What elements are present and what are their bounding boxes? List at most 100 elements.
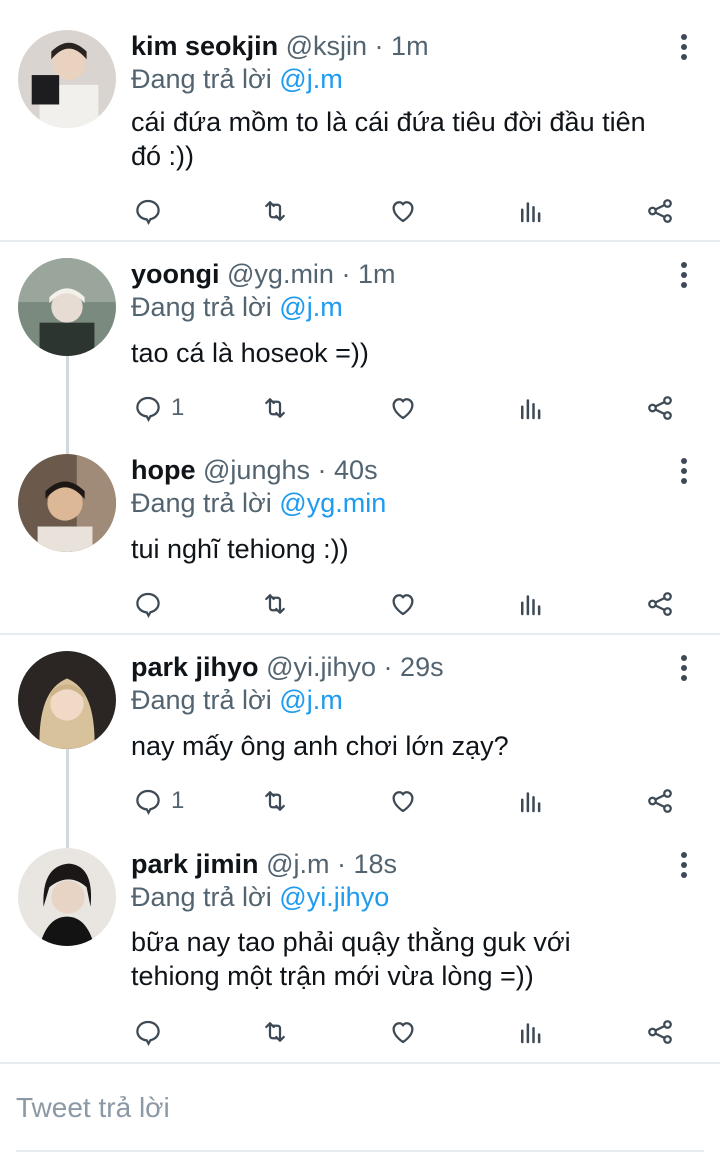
reply-placeholder: Tweet trả lời <box>16 1092 170 1123</box>
share-button[interactable] <box>645 191 675 231</box>
timestamp[interactable]: 1m <box>358 259 396 289</box>
reply-button[interactable] <box>133 191 171 231</box>
mention-link[interactable]: @yg.min <box>279 488 386 518</box>
views-button[interactable] <box>516 584 546 624</box>
tweet-text: tao cá là hoseok =)) <box>131 336 691 370</box>
reply-count: 1 <box>171 394 185 421</box>
reply-button[interactable]: 1 <box>133 781 184 821</box>
retweet-button[interactable] <box>260 388 290 428</box>
views-button[interactable] <box>516 388 546 428</box>
mention-link[interactable]: @j.m <box>279 685 342 715</box>
more-icon[interactable] <box>678 655 690 681</box>
avatar[interactable] <box>18 30 116 128</box>
retweet-button[interactable] <box>260 584 290 624</box>
more-icon[interactable] <box>678 34 690 60</box>
like-button[interactable] <box>388 191 418 231</box>
mention-link[interactable]: @j.m <box>279 64 342 94</box>
tweet-text: cái đứa mồm to là cái đứa tiêu đời đầu t… <box>131 105 691 173</box>
views-icon <box>521 595 541 616</box>
divider <box>0 240 720 242</box>
reply-button[interactable] <box>133 1012 171 1052</box>
display-name[interactable]: park jimin <box>131 849 259 879</box>
display-name[interactable]: hope <box>131 455 196 485</box>
replying-prefix: Đang trả lời <box>131 292 272 322</box>
display-name[interactable]: kim seokjin <box>131 31 278 61</box>
display-name[interactable]: yoongi <box>131 259 220 289</box>
tweet[interactable]: hope @junghs · 40s Đang trả lời @yg.min … <box>0 454 720 634</box>
mention-link[interactable]: @yi.jihyo <box>279 882 389 912</box>
tweet[interactable]: park jimin @j.m · 18s Đang trả lời @yi.j… <box>0 848 720 1058</box>
action-bar <box>0 1012 720 1052</box>
like-icon <box>392 1022 414 1044</box>
user-handle[interactable]: @yg.min <box>227 259 334 289</box>
share-button[interactable] <box>645 388 675 428</box>
user-handle[interactable]: @junghs <box>203 455 310 485</box>
retweet-button[interactable] <box>260 1012 290 1052</box>
views-icon <box>521 399 541 420</box>
divider <box>0 633 720 635</box>
user-handle[interactable]: @yi.jihyo <box>266 652 376 682</box>
timestamp[interactable]: 18s <box>354 849 398 879</box>
views-button[interactable] <box>516 191 546 231</box>
tweet-header: kim seokjin @ksjin · 1m <box>131 30 429 62</box>
tweet-header: hope @junghs · 40s <box>131 454 378 486</box>
views-button[interactable] <box>516 781 546 821</box>
retweet-icon <box>265 594 285 614</box>
more-icon[interactable] <box>678 458 690 484</box>
timestamp[interactable]: 40s <box>334 455 378 485</box>
like-button[interactable] <box>388 388 418 428</box>
views-icon <box>521 1023 541 1044</box>
user-handle[interactable]: @ksjin <box>286 31 367 61</box>
tweet-text: nay mấy ông anh chơi lớn zạy? <box>131 729 691 763</box>
replying-to: Đang trả lời @yg.min <box>131 487 386 519</box>
more-icon[interactable] <box>678 852 690 878</box>
retweet-button[interactable] <box>260 781 290 821</box>
tweet-header: park jihyo @yi.jihyo · 29s <box>131 651 444 683</box>
replying-to: Đang trả lời @j.m <box>131 63 343 95</box>
avatar[interactable] <box>18 848 116 946</box>
tweet-header: park jimin @j.m · 18s <box>131 848 397 880</box>
reply-input[interactable]: Tweet trả lời <box>0 1078 720 1138</box>
tweet[interactable]: kim seokjin @ksjin · 1m Đang trả lời @j.… <box>0 30 720 240</box>
retweet-button[interactable] <box>260 191 290 231</box>
reply-count: 1 <box>171 787 185 814</box>
like-button[interactable] <box>388 781 418 821</box>
like-button[interactable] <box>388 584 418 624</box>
more-icon[interactable] <box>678 262 690 288</box>
avatar[interactable] <box>18 258 116 356</box>
like-button[interactable] <box>388 1012 418 1052</box>
like-icon <box>392 791 414 813</box>
reply-button[interactable] <box>133 584 171 624</box>
avatar[interactable] <box>18 454 116 552</box>
retweet-icon <box>265 791 285 811</box>
display-name[interactable]: park jihyo <box>131 652 259 682</box>
mention-link[interactable]: @j.m <box>279 292 342 322</box>
views-icon <box>521 202 541 223</box>
avatar[interactable] <box>18 651 116 749</box>
replying-prefix: Đang trả lời <box>131 64 272 94</box>
reply-underline <box>16 1150 704 1152</box>
action-bar <box>0 191 720 231</box>
share-button[interactable] <box>645 781 675 821</box>
reply-icon <box>136 1020 160 1046</box>
replying-prefix: Đang trả lời <box>131 685 272 715</box>
timestamp[interactable]: 1m <box>391 31 429 61</box>
tweet[interactable]: yoongi @yg.min · 1m Đang trả lời @j.m ta… <box>0 258 720 438</box>
separator-dot: · <box>383 652 393 682</box>
retweet-icon <box>265 201 285 221</box>
user-handle[interactable]: @j.m <box>266 849 329 879</box>
tweet-text: tui nghĩ tehiong :)) <box>131 532 691 566</box>
like-icon <box>392 398 414 420</box>
replying-prefix: Đang trả lời <box>131 488 272 518</box>
views-button[interactable] <box>516 1012 546 1052</box>
share-button[interactable] <box>645 584 675 624</box>
replying-to: Đang trả lời @j.m <box>131 291 343 323</box>
tweet[interactable]: park jihyo @yi.jihyo · 29s Đang trả lời … <box>0 651 720 831</box>
tweet-text-line: cái đứa mồm to là cái đứa tiêu đời đầu t… <box>131 107 646 137</box>
reply-button[interactable]: 1 <box>133 388 184 428</box>
reply-icon <box>136 396 160 422</box>
divider <box>0 1062 720 1064</box>
timestamp[interactable]: 29s <box>400 652 444 682</box>
share-button[interactable] <box>645 1012 675 1052</box>
share-icon <box>648 199 672 223</box>
